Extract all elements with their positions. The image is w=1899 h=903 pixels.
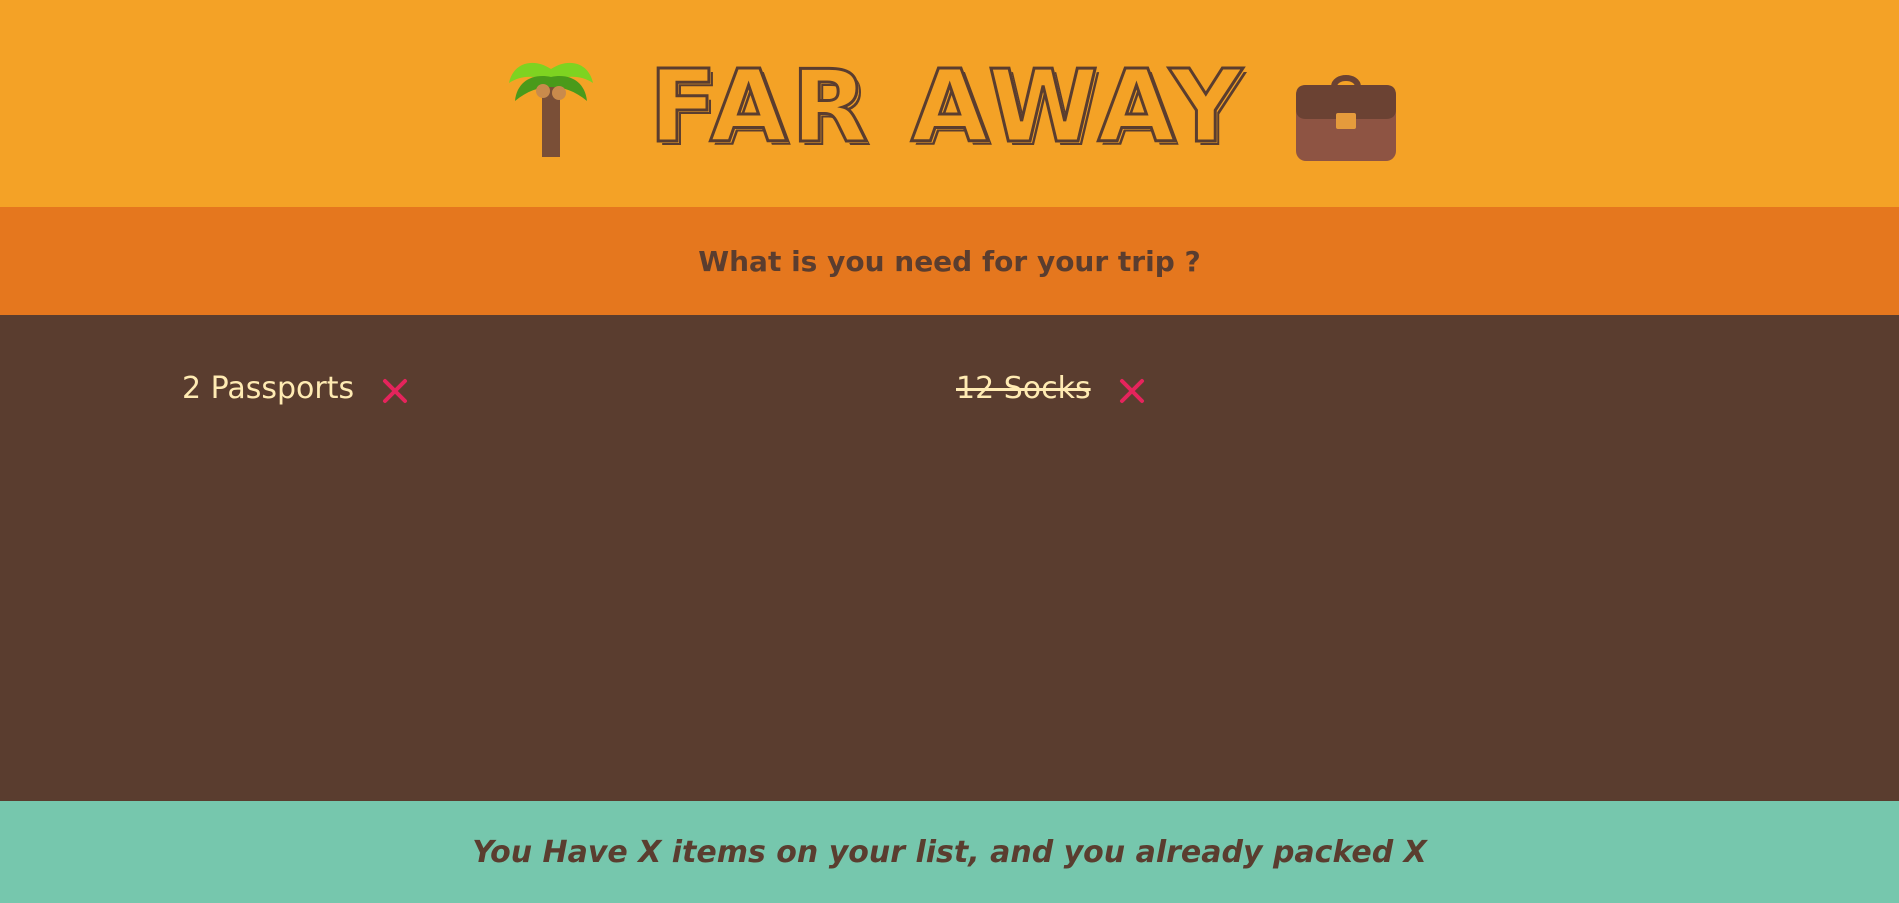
packing-list: 2 Passports 12 Socks [0,315,1899,801]
delete-item-button[interactable] [380,376,410,406]
list-item: 12 Socks [956,370,1147,406]
header-content: FAR AWAY [503,47,1396,161]
form-question: What is you need for your trip ? [698,244,1201,278]
delete-item-button[interactable] [1117,376,1147,406]
stats-text: You Have X items on your list, and you a… [472,834,1427,870]
item-label: 2 Passports [182,370,355,406]
close-icon [1119,379,1144,403]
briefcase-icon [1296,47,1396,161]
item-label: 12 Socks [956,370,1091,406]
stats-footer: You Have X items on your list, and you a… [0,801,1899,903]
add-item-form: What is you need for your trip ? [0,207,1899,315]
app-title: FAR AWAY [648,47,1246,165]
palm-tree-icon [503,49,599,159]
app-header: FAR AWAY [0,0,1899,207]
list-item: 2 Passports [182,370,410,406]
close-icon [383,379,408,403]
